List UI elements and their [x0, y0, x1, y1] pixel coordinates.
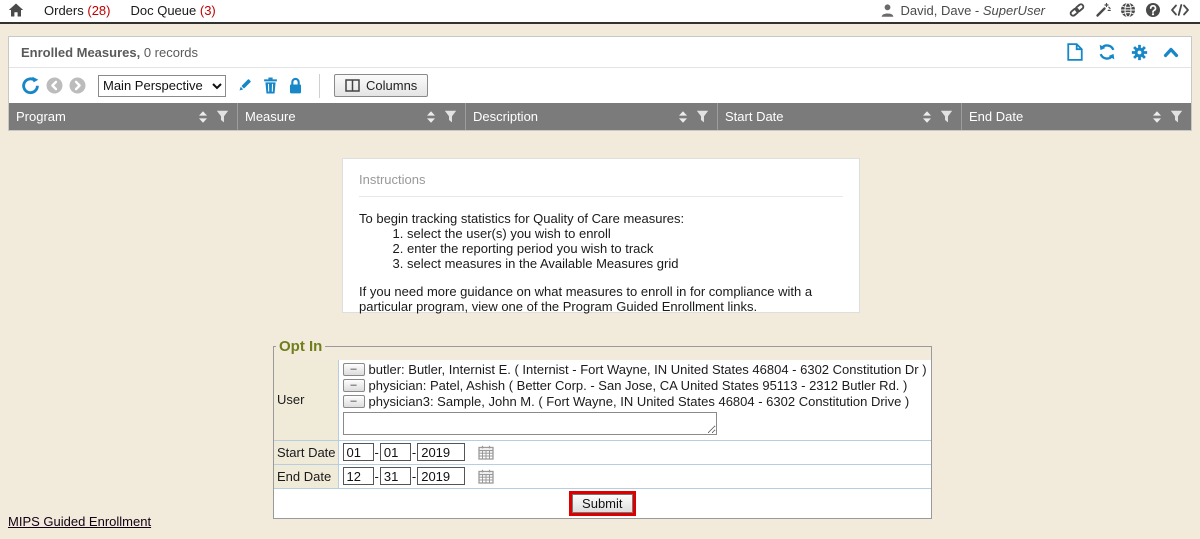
mips-guided-enrollment-link[interactable]: MIPS Guided Enrollment — [8, 514, 151, 529]
selected-user-text: butler: Butler, Internist E. ( Internist… — [369, 362, 927, 377]
sort-icon[interactable] — [921, 110, 933, 124]
instructions-step: select the user(s) you wish to enroll — [407, 226, 843, 241]
column-label: Start Date — [725, 109, 784, 124]
grid-toolbar: Main Perspective Columns — [9, 68, 1191, 103]
orders-count-badge: (28) — [87, 3, 110, 18]
panel-title-text: Enrolled Measures, — [21, 45, 140, 60]
toolbar-divider — [319, 74, 320, 98]
sort-icon[interactable] — [1151, 110, 1163, 124]
link-icon[interactable] — [1068, 2, 1086, 18]
sort-icon[interactable] — [425, 110, 437, 124]
columns-button-label: Columns — [366, 78, 417, 93]
collapse-icon[interactable] — [1163, 46, 1179, 59]
filter-funnel-icon[interactable] — [940, 110, 953, 123]
forward-icon[interactable] — [69, 77, 86, 94]
nav-doc-queue-label: Doc Queue — [130, 3, 196, 18]
submit-highlight-box: Submit — [569, 491, 635, 516]
start-date-day-input[interactable] — [380, 443, 411, 461]
sort-icon[interactable] — [197, 110, 209, 124]
column-label: Measure — [245, 109, 296, 124]
date-separator: - — [375, 445, 379, 460]
user-icon — [880, 3, 895, 18]
remove-user-button[interactable]: – — [343, 395, 365, 408]
columns-icon — [345, 79, 360, 92]
remove-user-button[interactable]: – — [343, 363, 365, 376]
sort-icon[interactable] — [677, 110, 689, 124]
wand-icon[interactable] — [1095, 2, 1111, 18]
calendar-icon[interactable] — [478, 445, 494, 460]
instructions-steps: select the user(s) you wish to enroll en… — [359, 226, 843, 271]
instructions-intro: To begin tracking statistics for Quality… — [359, 211, 843, 226]
undo-icon[interactable] — [21, 76, 40, 95]
nav-orders[interactable]: Orders (28) — [44, 3, 110, 18]
remove-user-button[interactable]: – — [343, 379, 365, 392]
opt-in-legend: Opt In — [276, 338, 325, 355]
doc-queue-count-badge: (3) — [200, 3, 216, 18]
instructions-note: If you need more guidance on what measur… — [359, 284, 839, 314]
back-icon[interactable] — [46, 77, 63, 94]
grid-header-row: Program Measure Description Start Date — [9, 103, 1191, 130]
end-date-label: End Date — [274, 465, 338, 489]
refresh-icon[interactable] — [1098, 43, 1116, 61]
filter-funnel-icon[interactable] — [1170, 110, 1183, 123]
column-header-description[interactable]: Description — [465, 103, 717, 130]
code-icon[interactable] — [1170, 3, 1190, 17]
globe-icon[interactable] — [1120, 2, 1136, 18]
instructions-step: select measures in the Available Measure… — [407, 256, 843, 271]
selected-user-row: – physician: Patel, Ashish ( Better Corp… — [343, 377, 927, 393]
start-date-month-input[interactable] — [343, 443, 374, 461]
user-search-input[interactable] — [343, 412, 717, 435]
user-role: SuperUser — [983, 3, 1045, 18]
filter-funnel-icon[interactable] — [216, 110, 229, 123]
home-icon[interactable] — [8, 2, 24, 18]
gear-icon[interactable] — [1131, 44, 1148, 61]
help-icon[interactable] — [1145, 2, 1161, 18]
selected-user-text: physician3: Sample, John M. ( Fort Wayne… — [369, 394, 910, 409]
column-label: Program — [16, 109, 66, 124]
filter-funnel-icon[interactable] — [696, 110, 709, 123]
perspective-select[interactable]: Main Perspective — [98, 75, 226, 97]
start-date-year-input[interactable] — [417, 443, 465, 461]
user-label: User — [274, 360, 338, 441]
nav-orders-label: Orders — [44, 3, 84, 18]
delete-trash-icon[interactable] — [263, 77, 278, 94]
current-user[interactable]: David, Dave - SuperUser — [880, 3, 1045, 18]
end-date-day-input[interactable] — [380, 467, 411, 485]
new-document-icon[interactable] — [1067, 43, 1083, 61]
opt-in-section: Opt In User – butler: Butler, Internist … — [273, 338, 930, 519]
panel-header: Enrolled Measures, 0 records — [9, 37, 1191, 68]
enrolled-measures-panel: Enrolled Measures, 0 records — [8, 36, 1192, 131]
column-header-measure[interactable]: Measure — [237, 103, 465, 130]
selected-user-text: physician: Patel, Ashish ( Better Corp. … — [369, 378, 908, 393]
submit-button[interactable]: Submit — [572, 494, 632, 513]
column-label: End Date — [969, 109, 1023, 124]
calendar-icon[interactable] — [478, 469, 494, 484]
selected-user-row: – physician3: Sample, John M. ( Fort Way… — [343, 393, 927, 409]
end-date-month-input[interactable] — [343, 467, 374, 485]
column-header-program[interactable]: Program — [9, 103, 237, 130]
end-date-year-input[interactable] — [417, 467, 465, 485]
nav-doc-queue[interactable]: Doc Queue (3) — [130, 3, 215, 18]
columns-button[interactable]: Columns — [334, 74, 428, 97]
instructions-box: Instructions To begin tracking statistic… — [342, 158, 860, 313]
edit-pencil-icon[interactable] — [236, 77, 253, 94]
selected-user-row: – butler: Butler, Internist E. ( Interni… — [343, 361, 927, 377]
date-separator: - — [412, 469, 416, 484]
panel-title: Enrolled Measures, 0 records — [21, 45, 198, 60]
lock-icon[interactable] — [288, 77, 303, 94]
instructions-title: Instructions — [359, 172, 843, 197]
filter-funnel-icon[interactable] — [444, 110, 457, 123]
instructions-step: enter the reporting period you wish to t… — [407, 241, 843, 256]
top-navigation-bar: Orders (28) Doc Queue (3) David, Dave - … — [0, 0, 1200, 24]
column-label: Description — [473, 109, 538, 124]
date-separator: - — [412, 445, 416, 460]
user-name: David, Dave - — [900, 3, 982, 18]
column-header-start-date[interactable]: Start Date — [717, 103, 961, 130]
start-date-label: Start Date — [274, 441, 338, 465]
record-count: 0 records — [144, 45, 198, 60]
column-header-end-date[interactable]: End Date — [961, 103, 1191, 130]
date-separator: - — [375, 469, 379, 484]
